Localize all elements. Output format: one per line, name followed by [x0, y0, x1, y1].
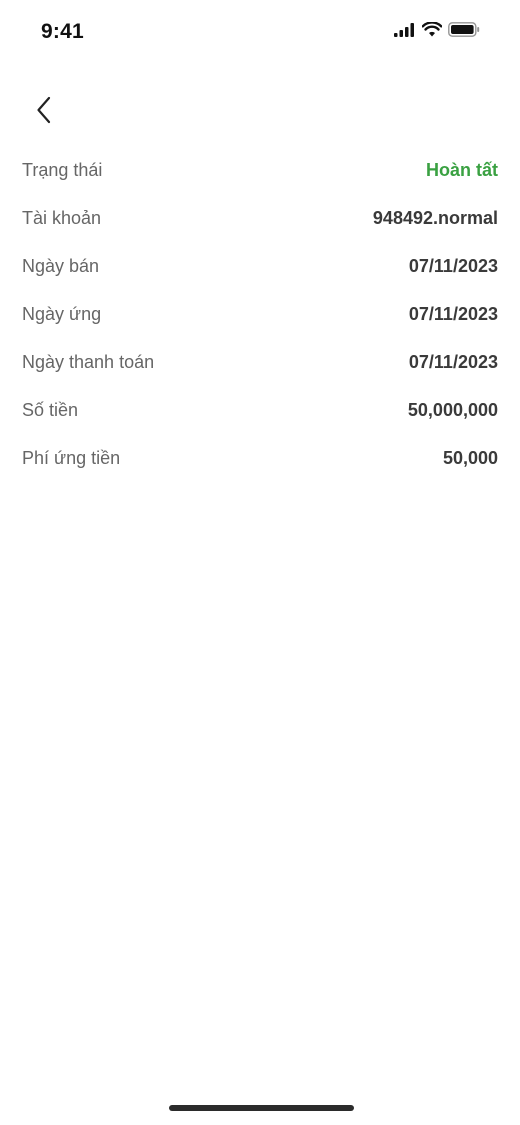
advance-fee-value: 50,000: [442, 447, 498, 468]
status-value: Hoàn tất: [426, 159, 498, 180]
detail-row-status: Trạng thái Hoàn tất: [22, 146, 498, 194]
advance-date-value: 07/11/2023: [408, 303, 498, 324]
status-bar: 9:41: [0, 0, 520, 64]
detail-row-payment-date: Ngày thanh toán 07/11/2023: [22, 338, 498, 386]
detail-row-sale-date: Ngày bán 07/11/2023: [22, 242, 498, 290]
payment-date-label: Ngày thanh toán: [22, 351, 155, 372]
account-label: Tài khoản: [22, 207, 102, 228]
status-label: Trạng thái: [22, 159, 103, 180]
advance-fee-label: Phí ứng tiền: [22, 447, 121, 468]
home-indicator[interactable]: [169, 1105, 354, 1111]
battery-icon: [448, 22, 480, 37]
detail-row-advance-date: Ngày ứng 07/11/2023: [22, 290, 498, 338]
status-time: 9:41: [41, 20, 84, 43]
payment-date-value: 07/11/2023: [408, 351, 498, 372]
transaction-details: Trạng thái Hoàn tất Tài khoản 948492.nor…: [22, 146, 498, 482]
detail-row-amount: Số tiền 50,000,000: [22, 386, 498, 434]
sale-date-value: 07/11/2023: [408, 255, 498, 276]
amount-value: 50,000,000: [407, 399, 498, 420]
wifi-icon: [422, 22, 442, 37]
account-value: 948492.normal: [372, 207, 498, 228]
sale-date-label: Ngày bán: [22, 255, 100, 276]
amount-label: Số tiền: [22, 399, 79, 420]
signal-icon: [394, 22, 416, 37]
detail-row-account: Tài khoản 948492.normal: [22, 194, 498, 242]
detail-row-advance-fee: Phí ứng tiền 50,000: [22, 434, 498, 482]
back-button[interactable]: [24, 92, 64, 132]
status-icons: [394, 22, 480, 37]
chevron-left-icon: [36, 96, 52, 129]
advance-date-label: Ngày ứng: [22, 303, 102, 324]
